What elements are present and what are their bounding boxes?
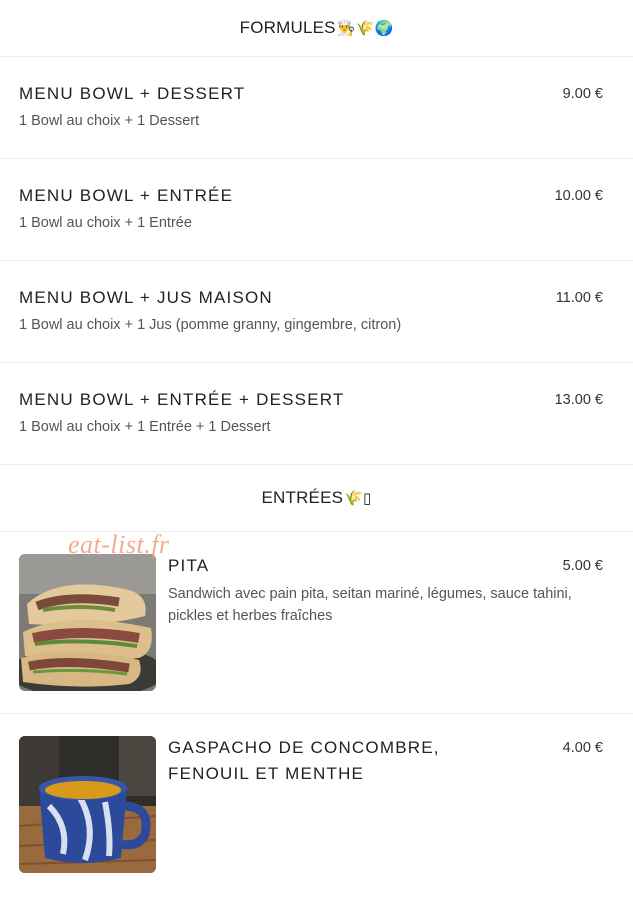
pita-sandwich-photo: [19, 554, 156, 691]
item-name: MENU BOWL + ENTRÉE + DESSERT: [19, 390, 345, 409]
menu-item[interactable]: GASPACHO DE CONCOMBRE, FENOUIL ET MENTHE…: [0, 714, 633, 896]
item-description: 1 Bowl au choix + 1 Entrée + 1 Dessert: [19, 419, 271, 435]
item-description: 1 Bowl au choix + 1 Dessert: [19, 113, 200, 129]
item-price: 10.00 €: [554, 188, 603, 204]
gaspacho-mug-photo: [19, 736, 156, 873]
item-price: 9.00 €: [562, 86, 603, 102]
menu-item[interactable]: MENU BOWL + ENTRÉE 1 Bowl au choix + 1 E…: [0, 159, 633, 261]
item-description: 1 Bowl au choix + 1 Jus (pomme granny, g…: [19, 317, 402, 333]
section-title: FORMULES: [239, 18, 336, 37]
item-name: MENU BOWL + DESSERT: [19, 84, 246, 103]
section-header-entrees: ENTRÉES 🌾▯: [0, 465, 633, 532]
menu-item[interactable]: MENU BOWL + JUS MAISON 1 Bowl au choix +…: [0, 261, 633, 363]
item-description: Sandwich avec pain pita, seitan mariné, …: [168, 586, 572, 624]
chef-wheat-globe-icon: 👨‍🍳🌾🌍: [336, 19, 394, 37]
watermark: eat-list.fr: [68, 530, 170, 559]
item-name: MENU BOWL + JUS MAISON: [19, 288, 273, 307]
item-price: 13.00 €: [554, 392, 603, 408]
menu-item[interactable]: MENU BOWL + ENTRÉE + DESSERT 1 Bowl au c…: [0, 363, 633, 465]
menu-page: FORMULES 👨‍🍳🌾🌍 MENU BOWL + DESSERT 1 Bow…: [0, 0, 633, 908]
menu-item[interactable]: MENU BOWL + DESSERT 1 Bowl au choix + 1 …: [0, 57, 633, 159]
section-title: ENTRÉES: [261, 488, 344, 507]
item-name: MENU BOWL + ENTRÉE: [19, 186, 234, 205]
item-price: 11.00 €: [555, 290, 603, 306]
wheat-icon: 🌾▯: [344, 489, 372, 507]
section-header-formules: FORMULES 👨‍🍳🌾🌍: [0, 0, 633, 57]
item-price: 5.00 €: [562, 558, 603, 574]
item-name: PITA: [168, 556, 210, 575]
item-price: 4.00 €: [562, 740, 603, 756]
item-name: GASPACHO DE CONCOMBRE, FENOUIL ET MENTHE: [168, 738, 440, 783]
item-description: 1 Bowl au choix + 1 Entrée: [19, 215, 192, 231]
